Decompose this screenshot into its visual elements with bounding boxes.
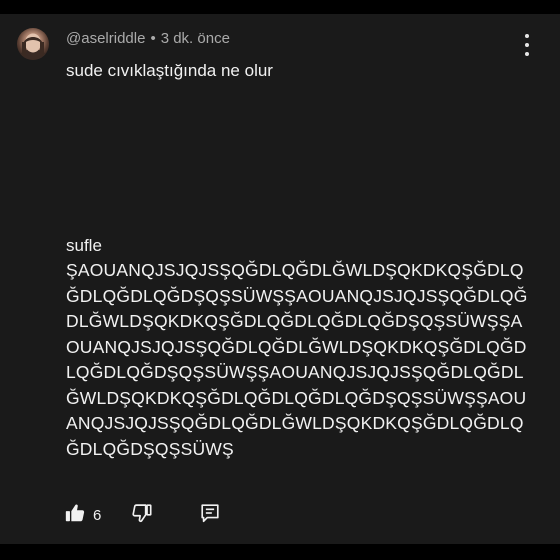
comment-timestamp[interactable]: 3 dk. önce [161, 30, 230, 47]
author-name[interactable]: @aselriddle [66, 30, 145, 47]
thumbs-down-icon [131, 502, 153, 529]
comment-line-1: sude cıvıklaştığında ne olur [66, 61, 273, 80]
comment-meta: @aselriddle • 3 dk. önce [66, 30, 230, 47]
comment-text: sude cıvıklaştığında ne olur sufle ŞAOUA… [66, 58, 536, 462]
reply-button[interactable] [199, 502, 221, 529]
comment-card: @aselriddle • 3 dk. önce sude cıvıklaştığı… [0, 14, 560, 544]
comment-actions: 6 [64, 501, 221, 529]
more-vertical-icon[interactable] [518, 34, 536, 56]
comment-blank-space [66, 83, 536, 233]
comment-body: ŞAOUANQJSJQJSŞQĞDLQĞDLĞWLDŞQKDKQŞĞDLQĞDL… [66, 260, 528, 459]
dislike-button[interactable] [131, 502, 153, 529]
like-count: 6 [93, 506, 102, 524]
reply-comment-icon [199, 502, 221, 529]
meta-separator: • [150, 30, 156, 47]
thumbs-up-icon [64, 502, 86, 529]
avatar[interactable] [17, 28, 49, 60]
comment-line-2: sufle [66, 236, 102, 255]
like-button[interactable]: 6 [64, 502, 101, 529]
